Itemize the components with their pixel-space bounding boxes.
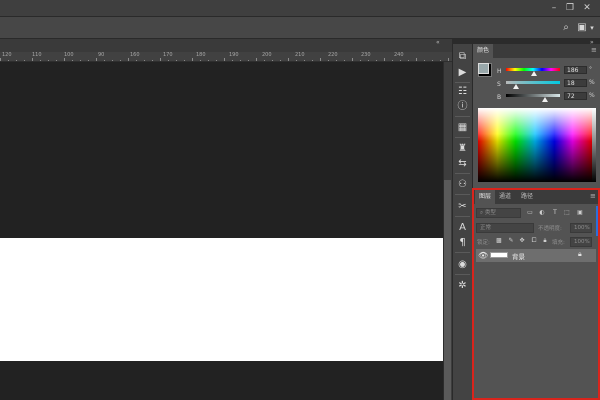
- collapse-left-icon[interactable]: «: [436, 39, 440, 46]
- glyph-icon[interactable]: ◉: [454, 257, 471, 272]
- ruler-label: 180: [196, 52, 206, 58]
- brush-preset-icon[interactable]: ♜: [454, 141, 471, 156]
- saturation-value[interactable]: 18: [564, 79, 587, 87]
- brightness-slider[interactable]: [506, 94, 560, 97]
- hue-unit: °: [589, 66, 592, 73]
- saturation-label: S: [497, 81, 501, 88]
- ruler-label: 220: [328, 52, 338, 58]
- horizontal-ruler: 120 110 100 90 160 170 180 190 200 210 2…: [0, 52, 452, 62]
- close-icon[interactable]: ✕: [580, 2, 594, 14]
- search-icon[interactable]: ⌕: [559, 22, 573, 34]
- tab-color[interactable]: 颜色: [473, 44, 494, 58]
- divider: [455, 116, 470, 117]
- ruler-label: 120: [2, 52, 12, 58]
- layers-panel-highlight: [472, 188, 600, 400]
- ruler-label: 240: [394, 52, 404, 58]
- ruler-label: 210: [295, 52, 305, 58]
- brightness-unit: %: [589, 92, 595, 99]
- divider: [455, 137, 470, 138]
- saturation-slider-thumb[interactable]: [512, 84, 519, 89]
- color-spectrum[interactable]: [478, 108, 592, 182]
- options-bar: ⌕ ▣ ▾: [0, 17, 600, 39]
- adjust-icon[interactable]: ⇆: [454, 156, 471, 171]
- play-icon[interactable]: ▶: [454, 65, 471, 80]
- divider: [455, 173, 470, 174]
- divider: [455, 216, 470, 217]
- brightness-label: B: [497, 94, 502, 101]
- scrollbar-thumb[interactable]: [444, 180, 451, 400]
- paragraph-icon[interactable]: ¶: [454, 235, 471, 250]
- document-tab-strip: [0, 39, 452, 52]
- ruler-label: 90: [98, 52, 105, 58]
- ruler-label: 100: [64, 52, 74, 58]
- foreground-color-swatch[interactable]: [478, 63, 489, 74]
- photoshop-window: – ❐ ✕ ⌕ ▣ ▾ « » 120 110 100 90 160 170 1…: [0, 0, 600, 400]
- divider: [455, 252, 470, 253]
- hue-label: H: [497, 68, 502, 75]
- saturation-unit: %: [589, 79, 595, 86]
- ruler-label: 110: [32, 52, 42, 58]
- ruler-label: 170: [163, 52, 173, 58]
- properties-icon[interactable]: ☷: [454, 84, 471, 99]
- ruler-label: 230: [361, 52, 371, 58]
- restore-icon[interactable]: ❐: [563, 2, 577, 14]
- character-icon[interactable]: A: [454, 220, 471, 235]
- info-icon[interactable]: ⓘ: [454, 99, 471, 114]
- brightness-value[interactable]: 72: [564, 92, 587, 100]
- canvas-white-area[interactable]: [0, 238, 443, 361]
- history-icon[interactable]: ⧉: [454, 49, 471, 64]
- divider: [455, 194, 470, 195]
- color-panel-tabs: 颜色 ≡: [473, 44, 600, 58]
- table-icon[interactable]: ▦: [454, 120, 471, 135]
- settings-icon[interactable]: ✲: [454, 278, 471, 293]
- divider: [455, 82, 470, 83]
- minimize-icon[interactable]: –: [547, 2, 561, 14]
- ruler-label: 200: [262, 52, 272, 58]
- divider: [455, 274, 470, 275]
- title-bar: – ❐ ✕: [0, 0, 600, 17]
- hue-value[interactable]: 186: [564, 66, 587, 74]
- chevron-down-icon[interactable]: ▾: [587, 22, 597, 34]
- clone-source-icon[interactable]: ⚇: [454, 177, 471, 192]
- ruler-label: 160: [130, 52, 140, 58]
- panel-menu-icon[interactable]: ≡: [591, 46, 597, 54]
- brightness-slider-thumb[interactable]: [541, 97, 548, 102]
- hue-slider-thumb[interactable]: [531, 71, 538, 76]
- grayscale-ramp[interactable]: [592, 108, 596, 182]
- scissors-icon[interactable]: ✂: [454, 199, 471, 214]
- ruler-label: 190: [229, 52, 239, 58]
